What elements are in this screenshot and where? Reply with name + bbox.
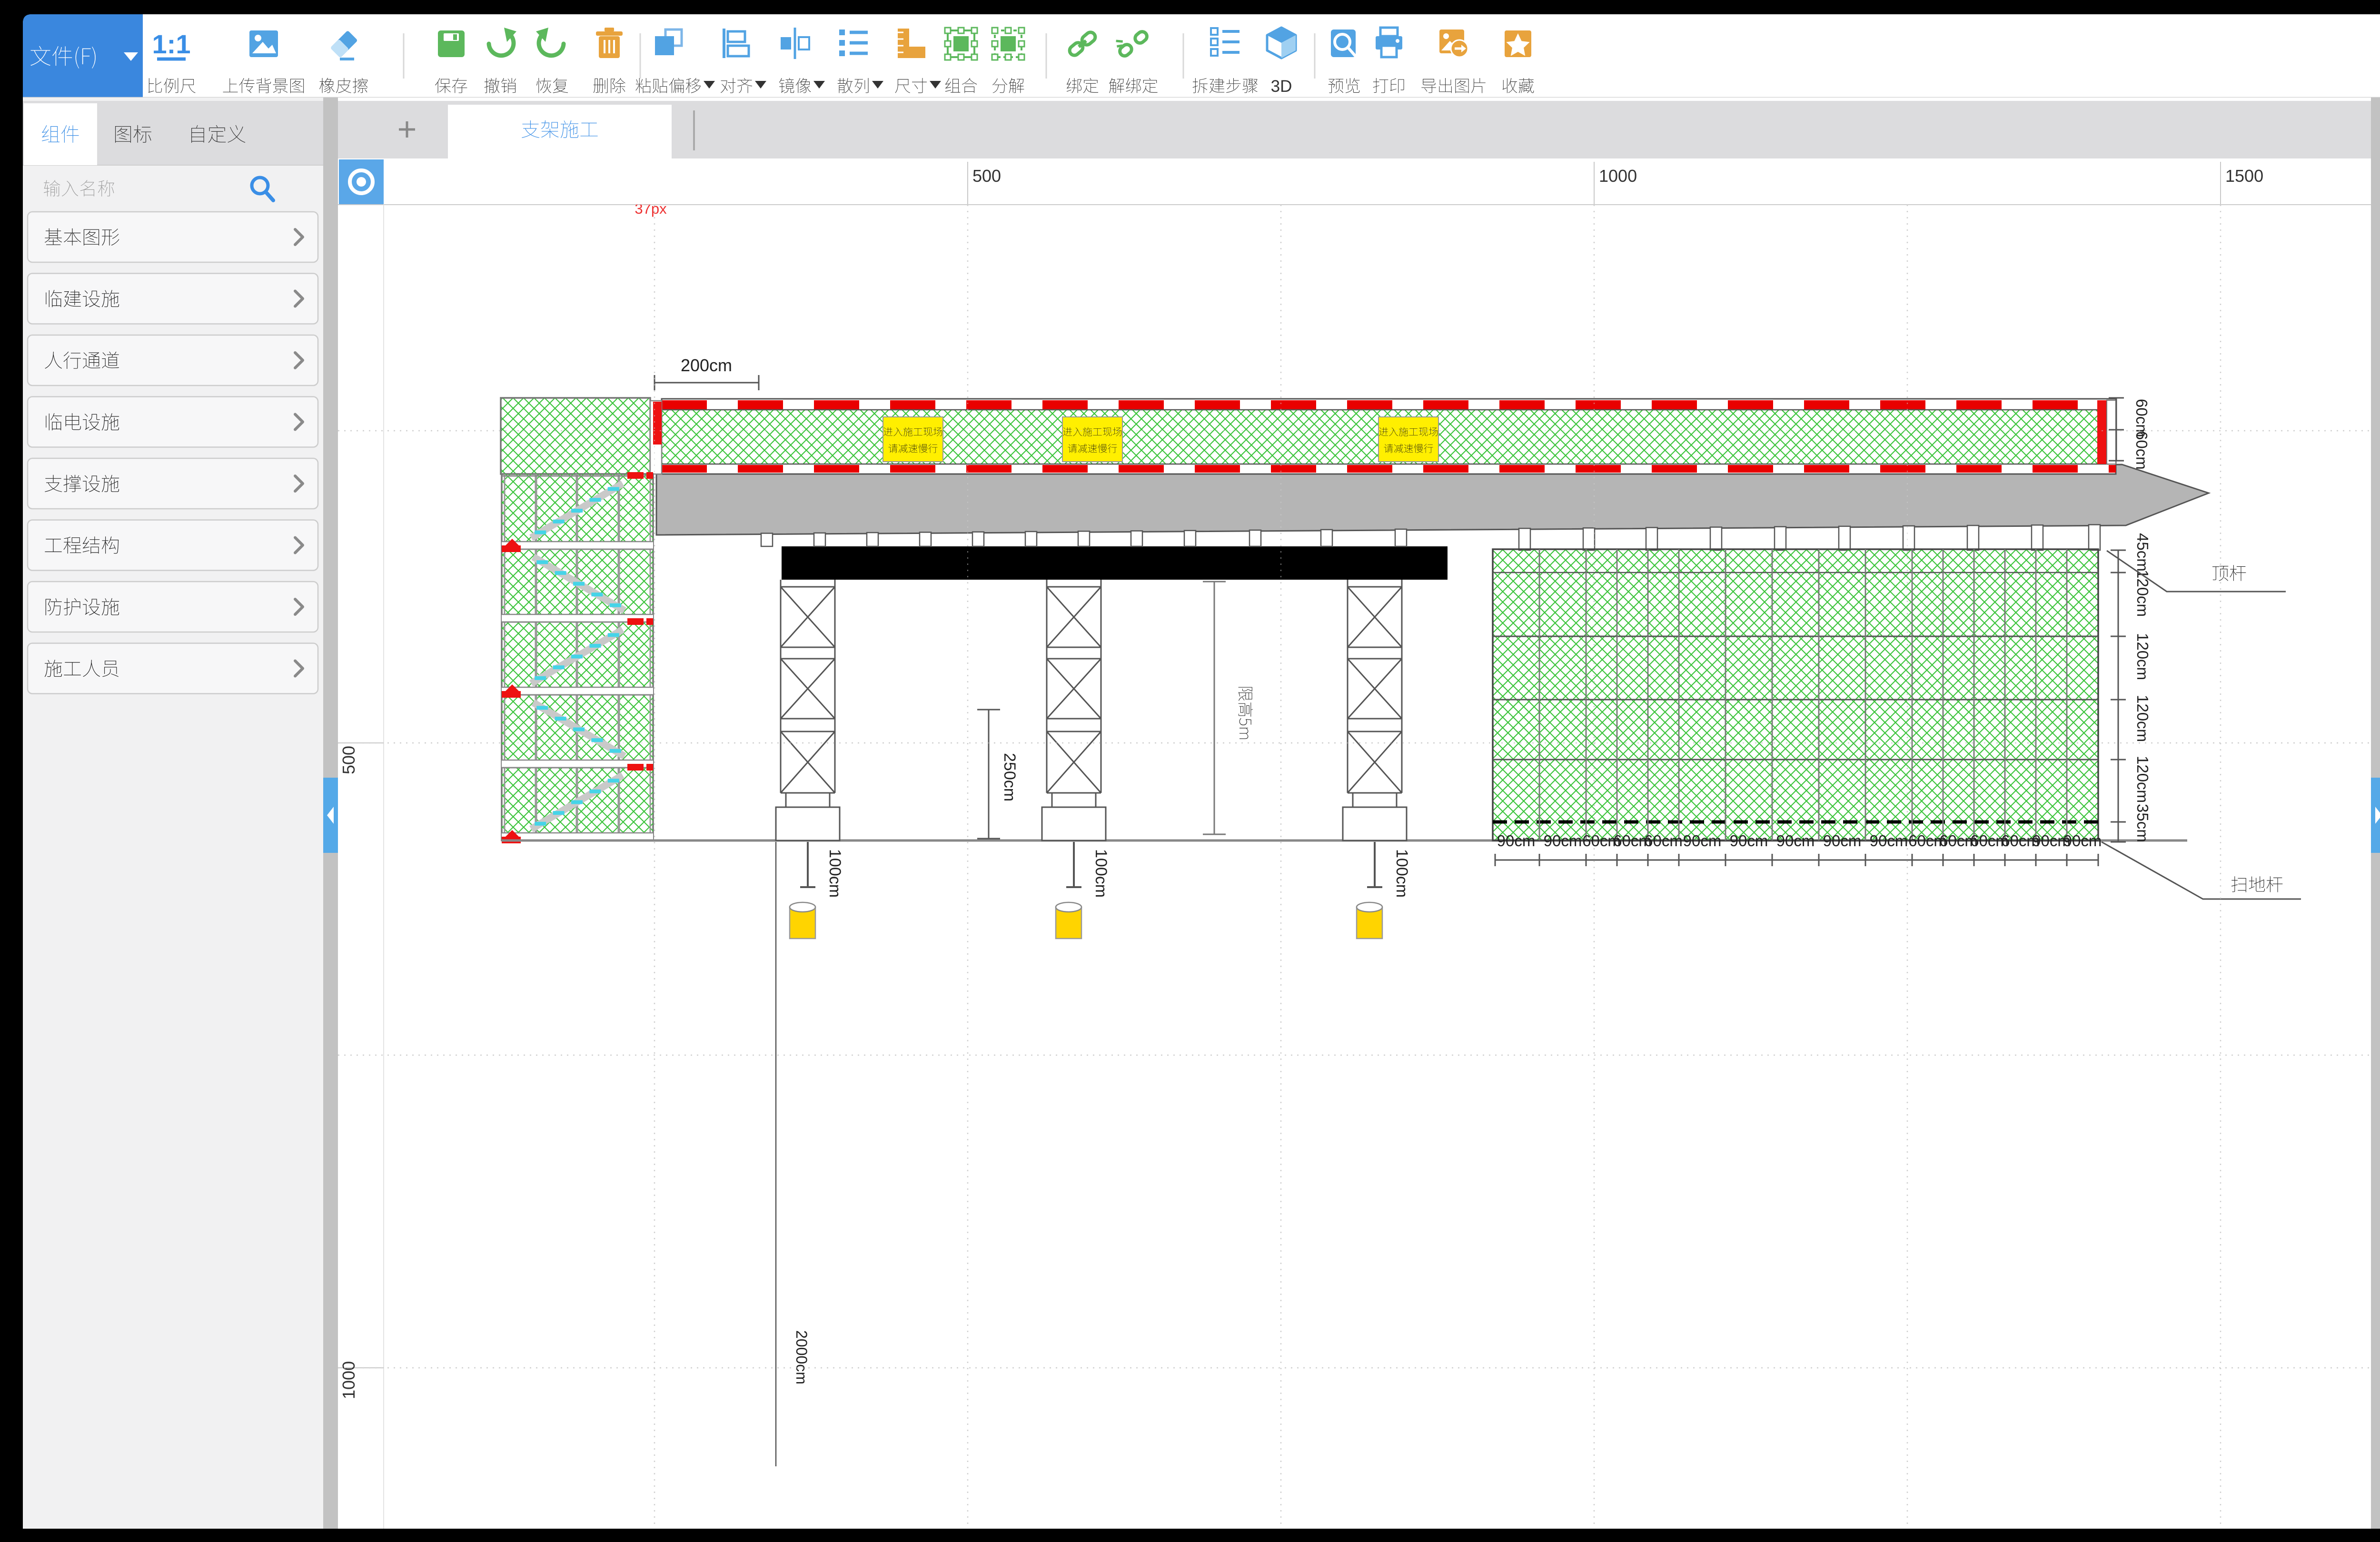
svg-text:1:1: 1:1 — [152, 29, 191, 59]
svg-text:90cm: 90cm — [1497, 832, 1536, 850]
svg-text:90cm: 90cm — [1776, 832, 1815, 850]
svg-text:60cm: 60cm — [1644, 832, 1683, 850]
svg-text:100cm: 100cm — [1092, 849, 1110, 898]
svg-text:120cm: 120cm — [2134, 633, 2152, 680]
svg-text:90cm: 90cm — [1823, 832, 1862, 850]
svg-text:100cm: 100cm — [1393, 849, 1411, 898]
svg-text:3D: 3D — [1271, 77, 1292, 96]
svg-text:200cm: 200cm — [681, 356, 732, 375]
svg-text:90cm: 90cm — [2063, 832, 2102, 850]
svg-text:120cm: 120cm — [2134, 570, 2152, 617]
svg-text:45cm: 45cm — [2134, 533, 2152, 572]
svg-text:2000cm: 2000cm — [793, 1330, 810, 1384]
svg-text:90cm: 90cm — [1870, 832, 1908, 850]
svg-text:120cm: 120cm — [2134, 756, 2152, 803]
svg-text:500: 500 — [972, 166, 1001, 186]
svg-text:90cm: 90cm — [1683, 832, 1722, 850]
svg-text:250cm: 250cm — [1001, 753, 1019, 801]
svg-text:35cm: 35cm — [2134, 804, 2152, 842]
svg-text:60cm: 60cm — [2133, 431, 2151, 470]
svg-text:100cm: 100cm — [826, 849, 844, 898]
svg-text:1500: 1500 — [2225, 166, 2263, 186]
svg-text:90cm: 90cm — [1730, 832, 1768, 850]
svg-text:120cm: 120cm — [2134, 695, 2152, 742]
svg-text:500: 500 — [339, 746, 358, 774]
svg-text:1000: 1000 — [339, 1361, 358, 1399]
svg-text:1000: 1000 — [1599, 166, 1637, 186]
svg-text:90cm: 90cm — [1544, 832, 1582, 850]
